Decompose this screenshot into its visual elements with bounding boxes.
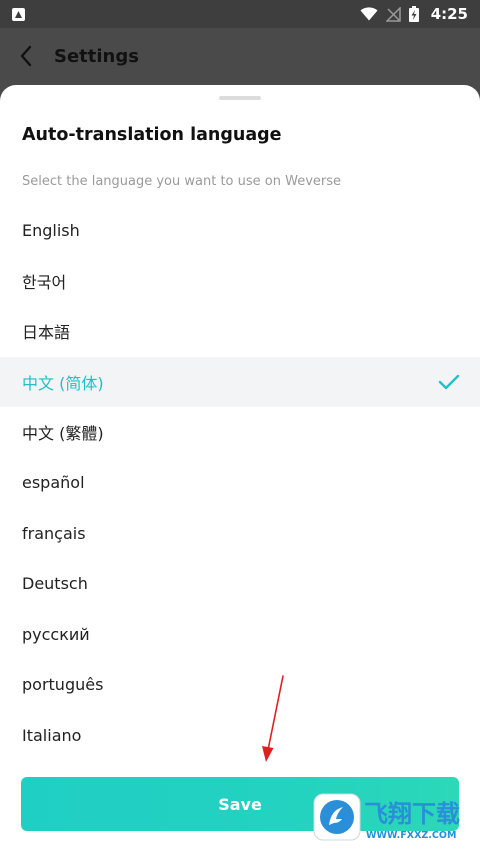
language-option-chinese-traditional[interactable]: 中文 (繁體): [0, 407, 480, 458]
screen: 4:25 Settings Auto-translation language …: [0, 0, 480, 852]
language-label: español: [22, 473, 85, 493]
wifi-icon: [360, 7, 378, 21]
language-option-russian[interactable]: русский: [0, 609, 480, 660]
status-left: [12, 7, 25, 21]
annotation-arrow-icon: [262, 675, 284, 762]
language-label: Deutsch: [22, 574, 88, 594]
language-option-italian[interactable]: Italiano: [0, 710, 480, 761]
language-option-german[interactable]: Deutsch: [0, 559, 480, 610]
language-label: português: [22, 675, 104, 695]
language-list: English 한국어 日本語 中文 (简体) 中文 (繁體) español: [0, 205, 480, 761]
language-label: français: [22, 523, 86, 543]
language-option-korean[interactable]: 한국어: [0, 256, 480, 307]
battery-charging-icon: [408, 6, 419, 22]
status-bar: 4:25: [0, 0, 480, 28]
language-label: Italiano: [22, 725, 82, 745]
watermark-url: WWW.FXXZ.COM: [366, 830, 456, 841]
watermark: 飞翔下载 WWW.FXXZ.COM: [312, 790, 472, 846]
no-signal-icon: [385, 6, 401, 22]
status-time: 4:25: [430, 5, 468, 23]
language-label: 한국어: [22, 272, 67, 292]
chevron-left-icon: [20, 45, 32, 67]
notification-icon: [12, 7, 25, 21]
language-bottom-sheet: Auto-translation language Select the lan…: [0, 85, 480, 852]
language-option-japanese[interactable]: 日本語: [0, 306, 480, 357]
language-option-portuguese[interactable]: português: [0, 660, 480, 711]
app-bar: Settings: [0, 28, 480, 84]
language-label: русский: [22, 624, 90, 644]
drag-handle[interactable]: [219, 96, 261, 100]
sheet-subtitle: Select the language you want to use on W…: [22, 174, 341, 189]
watermark-text: 飞翔下载: [364, 800, 460, 828]
page-title: Settings: [54, 45, 139, 67]
language-option-spanish[interactable]: español: [0, 458, 480, 509]
language-label: 日本語: [22, 323, 71, 343]
back-button[interactable]: [2, 32, 50, 80]
language-label: 中文 (简体): [22, 373, 104, 393]
watermark-logo-icon: [320, 800, 354, 834]
language-option-chinese-simplified[interactable]: 中文 (简体): [0, 356, 480, 407]
language-option-english[interactable]: English: [0, 205, 480, 256]
sheet-title: Auto-translation language: [22, 125, 282, 145]
checkmark-icon: [438, 374, 460, 389]
status-right: 4:25: [360, 5, 468, 23]
language-label: 中文 (繁體): [22, 424, 104, 444]
language-label: English: [22, 220, 80, 240]
language-option-french[interactable]: français: [0, 508, 480, 559]
